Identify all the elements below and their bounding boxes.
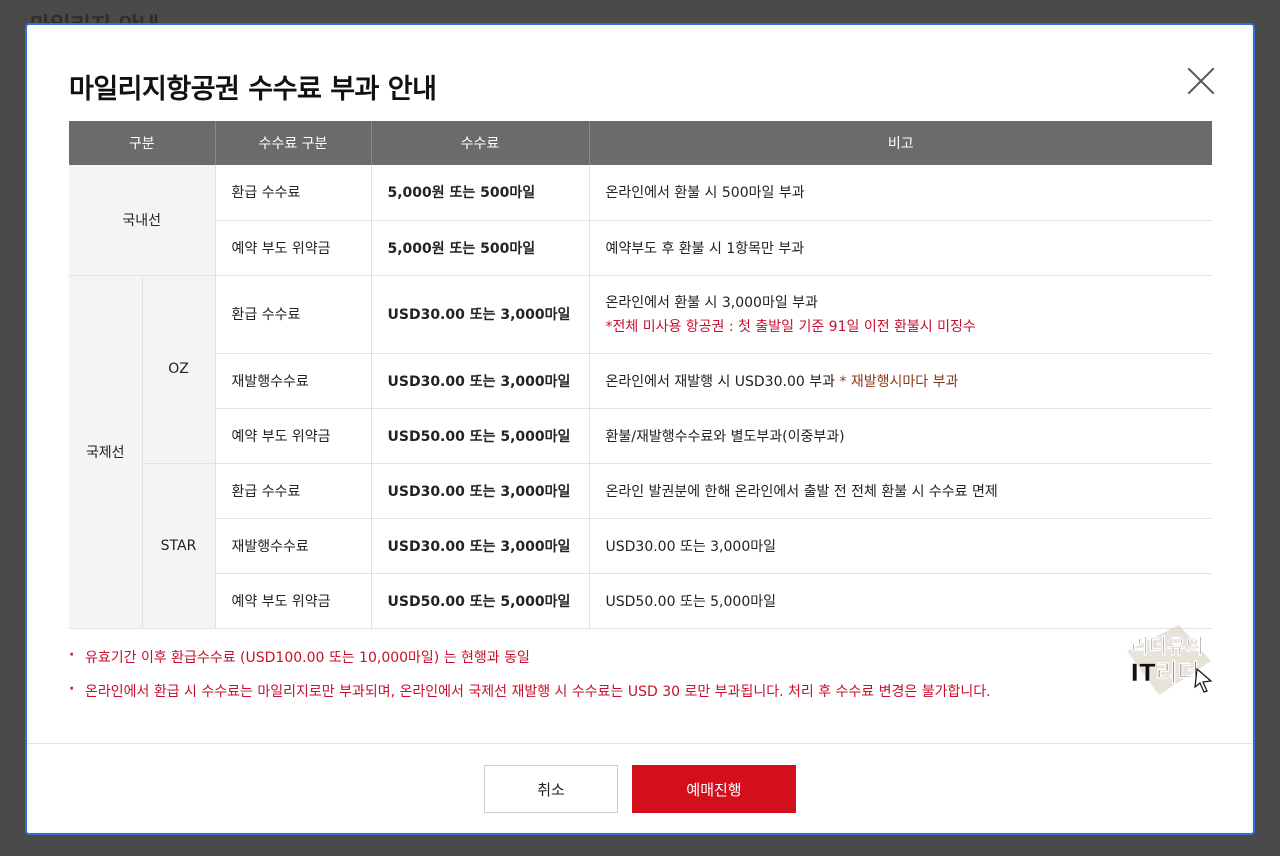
table-row: 국내선 환급 수수료 5,000원 또는 500마일 온라인에서 환불 시 50… [69, 165, 1212, 276]
star-label: STAR [141, 463, 215, 629]
note-cell: 온라인에서 환불 시 500마일 부과 [588, 165, 1212, 221]
fee-cell: USD30.00 또는 3,000마일 [370, 518, 589, 574]
international-label: 국제선 [69, 275, 142, 629]
fee-table: 구분 수수료 구분 수수료 비고 국내선 환급 수수료 5,000원 또는 50… [69, 121, 1212, 629]
fee-type-cell: 예약 부도 위약금 [214, 408, 371, 464]
header-fee-type: 수수료 구분 [214, 121, 371, 165]
fee-type-cell: 예약 부도 위약금 [214, 220, 371, 276]
note-cell: 환불/재발행수수료와 별도부과(이중부과) [588, 408, 1212, 464]
footer-divider [27, 743, 1253, 744]
note-cell: USD50.00 또는 5,000마일 [588, 573, 1212, 629]
note-brown-text: * 재발행시마다 부과 [839, 373, 959, 390]
fee-cell: USD30.00 또는 3,000마일 [370, 463, 589, 519]
note-cell: 온라인 발권분에 한해 온라인에서 출발 전 전체 환불 시 수수료 면제 [588, 463, 1212, 519]
fee-type-cell: 재발행수수료 [214, 353, 371, 409]
watermark-line1: 리더유의 [1130, 634, 1204, 658]
cursor-icon [1194, 667, 1213, 693]
oz-label: OZ [141, 275, 215, 464]
fee-cell: USD30.00 또는 3,000마일 [370, 275, 589, 354]
proceed-booking-button[interactable]: 예매진행 [632, 765, 796, 813]
note-cell: USD30.00 또는 3,000마일 [588, 518, 1212, 574]
watermark-line2: IT리더 [1130, 659, 1199, 687]
fee-cell: 5,000원 또는 500마일 [370, 220, 589, 276]
table-header-row: 구분 수수료 구분 수수료 비고 [69, 121, 1212, 165]
table-row: 국제선 OZ 환급 수수료 USD30.00 또는 3,000마일 온라인에서 … [69, 275, 1212, 629]
note-cell: 예약부도 후 환불 시 1항목만 부과 [588, 220, 1212, 276]
note-text: 온라인에서 재발행 시 USD30.00 부과 [605, 373, 835, 390]
fee-type-cell: 환급 수수료 [214, 165, 371, 221]
note-text: 온라인에서 환불 시 3,000마일 부과 [605, 295, 818, 311]
close-icon[interactable] [1185, 65, 1217, 97]
table-row: 재발행수수료 USD30.00 또는 3,000마일 USD30.00 또는 3… [69, 518, 1212, 574]
cancel-button[interactable]: 취소 [484, 765, 618, 813]
note-red-text: *전체 미사용 항공권 : 첫 출발일 기준 91일 이전 환불시 미징수 [605, 319, 976, 335]
header-fee: 수수료 [370, 121, 589, 165]
modal-title: 마일리지항공권 수수료 부과 안내 [69, 74, 437, 105]
fee-cell: USD50.00 또는 5,000마일 [370, 408, 589, 464]
domestic-label: 국내선 [69, 165, 215, 276]
table-row: 예약 부도 위약금 USD50.00 또는 5,000마일 환불/재발행수수료와… [69, 408, 1212, 464]
notes-list: 유효기간 이후 환급수수료 (USD100.00 또는 10,000마일) 는 … [69, 647, 991, 715]
note-item: 유효기간 이후 환급수수료 (USD100.00 또는 10,000마일) 는 … [69, 647, 991, 667]
table-row: 예약 부도 위약금 USD50.00 또는 5,000마일 USD50.00 또… [69, 573, 1212, 629]
note-item: 온라인에서 환급 시 수수료는 마일리지로만 부과되며, 온라인에서 국제선 재… [69, 681, 991, 701]
fee-type-cell: 환급 수수료 [214, 275, 371, 354]
fee-notice-modal: 마일리지항공권 수수료 부과 안내 구분 수수료 구분 수수료 비고 국내선 환… [25, 23, 1255, 835]
watermark-logo: 리더유의 IT리더 [1127, 625, 1213, 695]
fee-type-cell: 재발행수수료 [214, 518, 371, 574]
fee-type-cell: 예약 부도 위약금 [214, 573, 371, 629]
table-row: 예약 부도 위약금 5,000원 또는 500마일 예약부도 후 환불 시 1항… [69, 220, 1212, 276]
fee-type-cell: 환급 수수료 [214, 463, 371, 519]
note-cell: 온라인에서 재발행 시 USD30.00 부과 * 재발행시마다 부과 [588, 353, 1212, 409]
fee-cell: USD30.00 또는 3,000마일 [370, 353, 589, 409]
table-row: STAR 환급 수수료 USD30.00 또는 3,000마일 온라인 발권분에… [69, 463, 1212, 629]
header-note: 비고 [588, 121, 1212, 165]
note-cell: 온라인에서 환불 시 3,000마일 부과 *전체 미사용 항공권 : 첫 출발… [588, 275, 1212, 354]
fee-cell: USD50.00 또는 5,000마일 [370, 573, 589, 629]
fee-cell: 5,000원 또는 500마일 [370, 165, 589, 221]
header-category: 구분 [69, 121, 215, 165]
table-row: 재발행수수료 USD30.00 또는 3,000마일 온라인에서 재발행 시 U… [69, 353, 1212, 409]
